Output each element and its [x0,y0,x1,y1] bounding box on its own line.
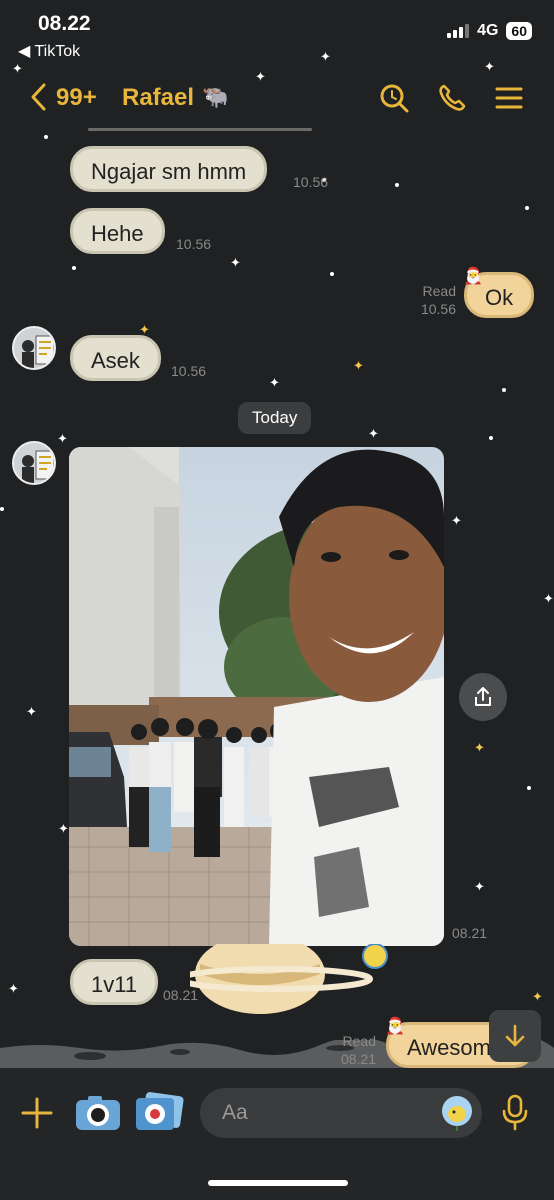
signal-icon [447,24,470,38]
star-decoration: ✦ [58,821,69,836]
star-decoration: ✦ [26,704,37,719]
read-status: Read 08.21 [322,1032,376,1068]
star-decoration: ✦ [474,879,485,894]
santa-hat-icon: 🎅 [385,1018,405,1035]
message-time: 08.21 [452,925,488,941]
star-decoration: ✦ [543,591,554,606]
back-chevron-icon[interactable] [28,82,50,112]
share-button[interactable] [459,673,507,721]
camera-icon[interactable] [74,1094,122,1132]
gallery-icon[interactable] [134,1092,184,1132]
dot-decoration [525,206,529,210]
dot-decoration [489,436,493,440]
message-time: 10.56 [171,363,207,379]
message-time: 10.56 [420,301,456,317]
menu-icon[interactable] [493,82,525,114]
search-icon[interactable] [378,82,410,114]
dot-decoration [527,786,531,790]
santa-hat-icon: 🎅 [463,268,483,285]
star-decoration: ✦ [139,322,150,337]
dot-decoration [0,507,4,511]
plus-icon[interactable] [20,1096,54,1130]
scroll-to-bottom-button[interactable] [489,1010,541,1062]
star-decoration: ✦ [532,989,543,1004]
call-icon[interactable] [436,82,468,114]
message-bubble[interactable]: Hehe [70,208,165,254]
dot-decoration [72,266,76,270]
read-label: Read [422,283,456,299]
star-decoration: ✦ [368,426,379,441]
message-time: 08.21 [163,987,199,1003]
selfie-photo [69,447,444,946]
dot-decoration [44,135,48,139]
message-bubble[interactable]: 1v11 [70,959,159,1005]
message-time: 10.56 [176,236,212,252]
sticker-icon[interactable] [440,1094,474,1132]
read-status: Read 10.56 [404,282,456,318]
status-time: 08.22 [38,12,91,35]
message-bubble[interactable]: Asek [70,335,161,381]
star-decoration: ✦ [269,375,280,390]
network-type: 4G [477,22,499,39]
dot-decoration [395,183,399,187]
message-time: 10.56 [293,174,329,190]
star-decoration: ✦ [57,431,68,446]
chat-header: 99+ Rafael 🐃 [0,76,554,120]
avatar-image [14,328,54,368]
avatar-image [14,443,54,483]
home-indicator [208,1180,348,1186]
star-decoration: ✦ [8,981,19,996]
dot-decoration [502,388,506,392]
input-placeholder: Aa [222,1101,248,1124]
previous-bubble-edge [88,128,312,131]
message-time: 08.21 [340,1051,376,1067]
microphone-icon[interactable] [500,1094,530,1132]
star-decoration: ✦ [230,255,241,270]
back-to-app-link[interactable]: ◀ TikTok [18,41,80,61]
saturn-decoration [190,944,388,1014]
avatar[interactable] [12,326,56,370]
date-divider: Today [238,402,312,434]
battery-icon: 60 [506,22,532,40]
star-decoration: ✦ [451,513,462,528]
unread-count[interactable]: 99+ [56,84,97,112]
star-decoration: ✦ [484,59,495,74]
star-decoration: ✦ [474,740,485,755]
star-decoration: ✦ [320,49,331,64]
dot-decoration [330,272,334,276]
arrow-down-icon [505,1024,525,1047]
contact-emoji: 🐃 [202,84,230,109]
avatar[interactable] [12,441,56,485]
status-indicators: 4G 60 [447,22,532,40]
message-bubble[interactable]: Ngajar sm hmm [70,146,268,192]
star-decoration: ✦ [353,358,364,373]
read-label: Read [342,1033,376,1049]
share-icon [475,687,491,706]
contact-name[interactable]: Rafael [122,84,194,112]
photo-message[interactable] [69,447,444,946]
star-decoration: ✦ [12,61,23,76]
